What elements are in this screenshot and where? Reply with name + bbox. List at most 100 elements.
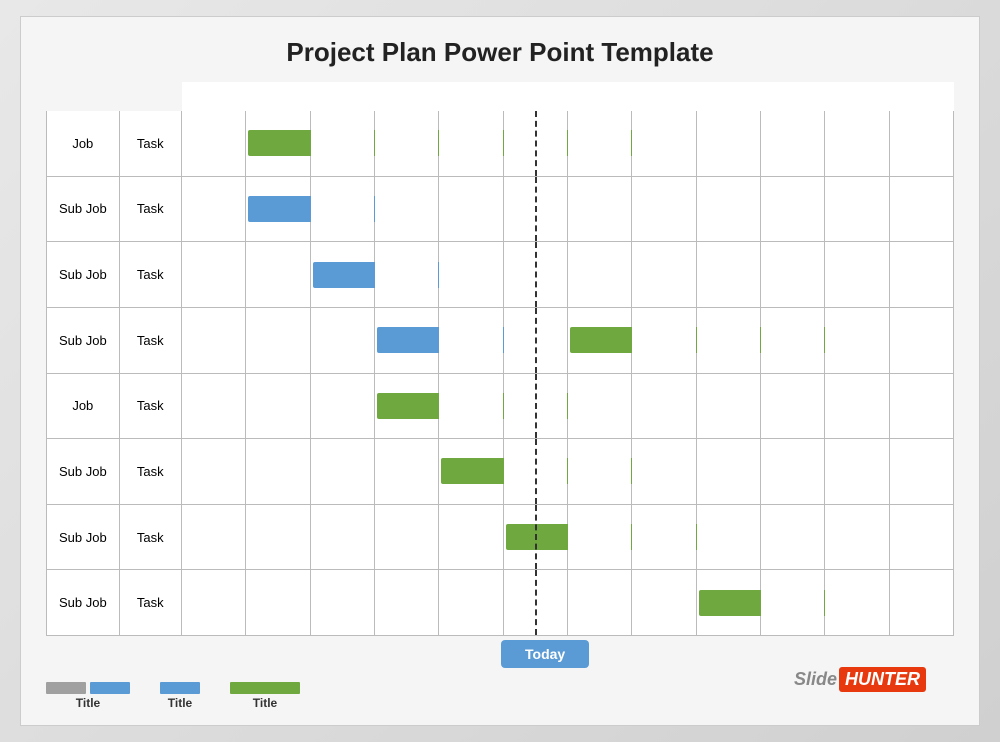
month-cell-11 bbox=[889, 111, 954, 177]
month-cell-1 bbox=[246, 504, 310, 570]
legend-bar-blue bbox=[160, 682, 200, 694]
month-cell-1 bbox=[246, 242, 310, 308]
header-row: JanFebMarAprMayJunJulAugSepOctNovDec bbox=[47, 83, 954, 111]
month-cell-2 bbox=[310, 439, 374, 505]
legend-bar-blue-small bbox=[90, 682, 130, 694]
month-cell-7 bbox=[632, 373, 696, 439]
month-cell-4 bbox=[439, 570, 503, 636]
legend-label-2: Title bbox=[168, 696, 192, 710]
month-cell-4 bbox=[439, 111, 503, 177]
th-month-aug: Aug bbox=[632, 83, 696, 111]
table-row: Sub JobTask bbox=[47, 242, 954, 308]
month-cell-4 bbox=[439, 176, 503, 242]
month-cell-2 bbox=[310, 504, 374, 570]
month-cell-6 bbox=[567, 570, 631, 636]
legend-item-1: Title bbox=[46, 682, 130, 710]
month-cell-8 bbox=[696, 176, 760, 242]
month-cell-3 bbox=[374, 570, 438, 636]
today-button[interactable]: Today bbox=[501, 640, 589, 668]
legend-label-3: Title bbox=[253, 696, 277, 710]
th-month-jan: Jan bbox=[181, 83, 245, 111]
month-cell-5 bbox=[503, 176, 567, 242]
month-cell-11 bbox=[889, 570, 954, 636]
month-cell-9 bbox=[760, 176, 824, 242]
gantt-table: JanFebMarAprMayJunJulAugSepOctNovDec Job… bbox=[46, 82, 954, 636]
table-row: Sub JobTask bbox=[47, 570, 954, 636]
month-cell-9 bbox=[760, 242, 824, 308]
job-name-cell: Sub Job bbox=[47, 176, 120, 242]
month-cell-0 bbox=[181, 504, 245, 570]
task-name-cell: Task bbox=[119, 307, 181, 373]
month-cell-7 bbox=[632, 439, 696, 505]
job-name-cell: Job bbox=[47, 373, 120, 439]
table-row: Sub JobTask bbox=[47, 307, 954, 373]
month-cell-1 bbox=[246, 570, 310, 636]
month-cell-9 bbox=[760, 307, 824, 373]
legend-section: Title Title Title bbox=[46, 682, 300, 710]
legend-bar-gray bbox=[46, 682, 86, 694]
month-cell-0 bbox=[181, 242, 245, 308]
task-name-cell: Task bbox=[119, 373, 181, 439]
gantt-wrapper: JanFebMarAprMayJunJulAugSepOctNovDec Job… bbox=[46, 82, 954, 668]
th-month-apr: Apr bbox=[374, 83, 438, 111]
month-cell-3 bbox=[374, 439, 438, 505]
month-cell-6 bbox=[567, 373, 631, 439]
month-cell-3 bbox=[374, 504, 438, 570]
month-cell-0 bbox=[181, 111, 245, 177]
month-cell-4 bbox=[439, 242, 503, 308]
month-cell-5 bbox=[503, 111, 567, 177]
month-cell-10 bbox=[825, 242, 889, 308]
month-cell-7 bbox=[632, 307, 696, 373]
th-empty-task bbox=[119, 83, 181, 111]
legend-label-1: Title bbox=[76, 696, 100, 710]
month-cell-7 bbox=[632, 504, 696, 570]
month-cell-2 bbox=[310, 242, 374, 308]
month-cell-8 bbox=[696, 373, 760, 439]
month-cell-8 bbox=[696, 242, 760, 308]
month-cell-8 bbox=[696, 307, 760, 373]
table-row: JobTask bbox=[47, 111, 954, 177]
month-cell-4 bbox=[439, 307, 503, 373]
month-cell-3 bbox=[374, 111, 438, 177]
task-name-cell: Task bbox=[119, 570, 181, 636]
th-month-mar: Mar bbox=[310, 83, 374, 111]
task-name-cell: Task bbox=[119, 439, 181, 505]
month-cell-0 bbox=[181, 570, 245, 636]
month-cell-8 bbox=[696, 504, 760, 570]
legend-bars-3 bbox=[230, 682, 300, 694]
month-cell-2 bbox=[310, 111, 374, 177]
table-row: Sub JobTask bbox=[47, 439, 954, 505]
th-month-nov: Nov bbox=[825, 83, 889, 111]
legend-bars-2 bbox=[160, 682, 200, 694]
th-month-jun: Jun bbox=[503, 83, 567, 111]
th-month-jul: Jul bbox=[567, 83, 631, 111]
legend-item-3: Title bbox=[230, 682, 300, 710]
month-cell-6 bbox=[567, 176, 631, 242]
month-cell-8 bbox=[696, 111, 760, 177]
legend-bars-1 bbox=[46, 682, 130, 694]
th-month-dec: Dec bbox=[889, 83, 954, 111]
month-cell-1 bbox=[246, 111, 310, 177]
month-cell-9 bbox=[760, 570, 824, 636]
month-cell-8 bbox=[696, 570, 760, 636]
month-cell-3 bbox=[374, 242, 438, 308]
month-cell-8 bbox=[696, 439, 760, 505]
month-cell-11 bbox=[889, 439, 954, 505]
month-cell-1 bbox=[246, 176, 310, 242]
table-row: JobTask bbox=[47, 373, 954, 439]
task-name-cell: Task bbox=[119, 504, 181, 570]
month-cell-11 bbox=[889, 504, 954, 570]
legend-bar-green bbox=[230, 682, 300, 694]
month-cell-11 bbox=[889, 176, 954, 242]
month-cell-10 bbox=[825, 570, 889, 636]
gantt-body: JobTaskSub JobTaskSub JobTaskSub JobTask… bbox=[47, 111, 954, 636]
month-cell-6 bbox=[567, 111, 631, 177]
month-cell-7 bbox=[632, 176, 696, 242]
job-name-cell: Sub Job bbox=[47, 242, 120, 308]
month-cell-0 bbox=[181, 307, 245, 373]
month-cell-9 bbox=[760, 373, 824, 439]
month-cell-5 bbox=[503, 307, 567, 373]
table-row: Sub JobTask bbox=[47, 176, 954, 242]
month-cell-0 bbox=[181, 176, 245, 242]
th-month-sep: Sep bbox=[696, 83, 760, 111]
